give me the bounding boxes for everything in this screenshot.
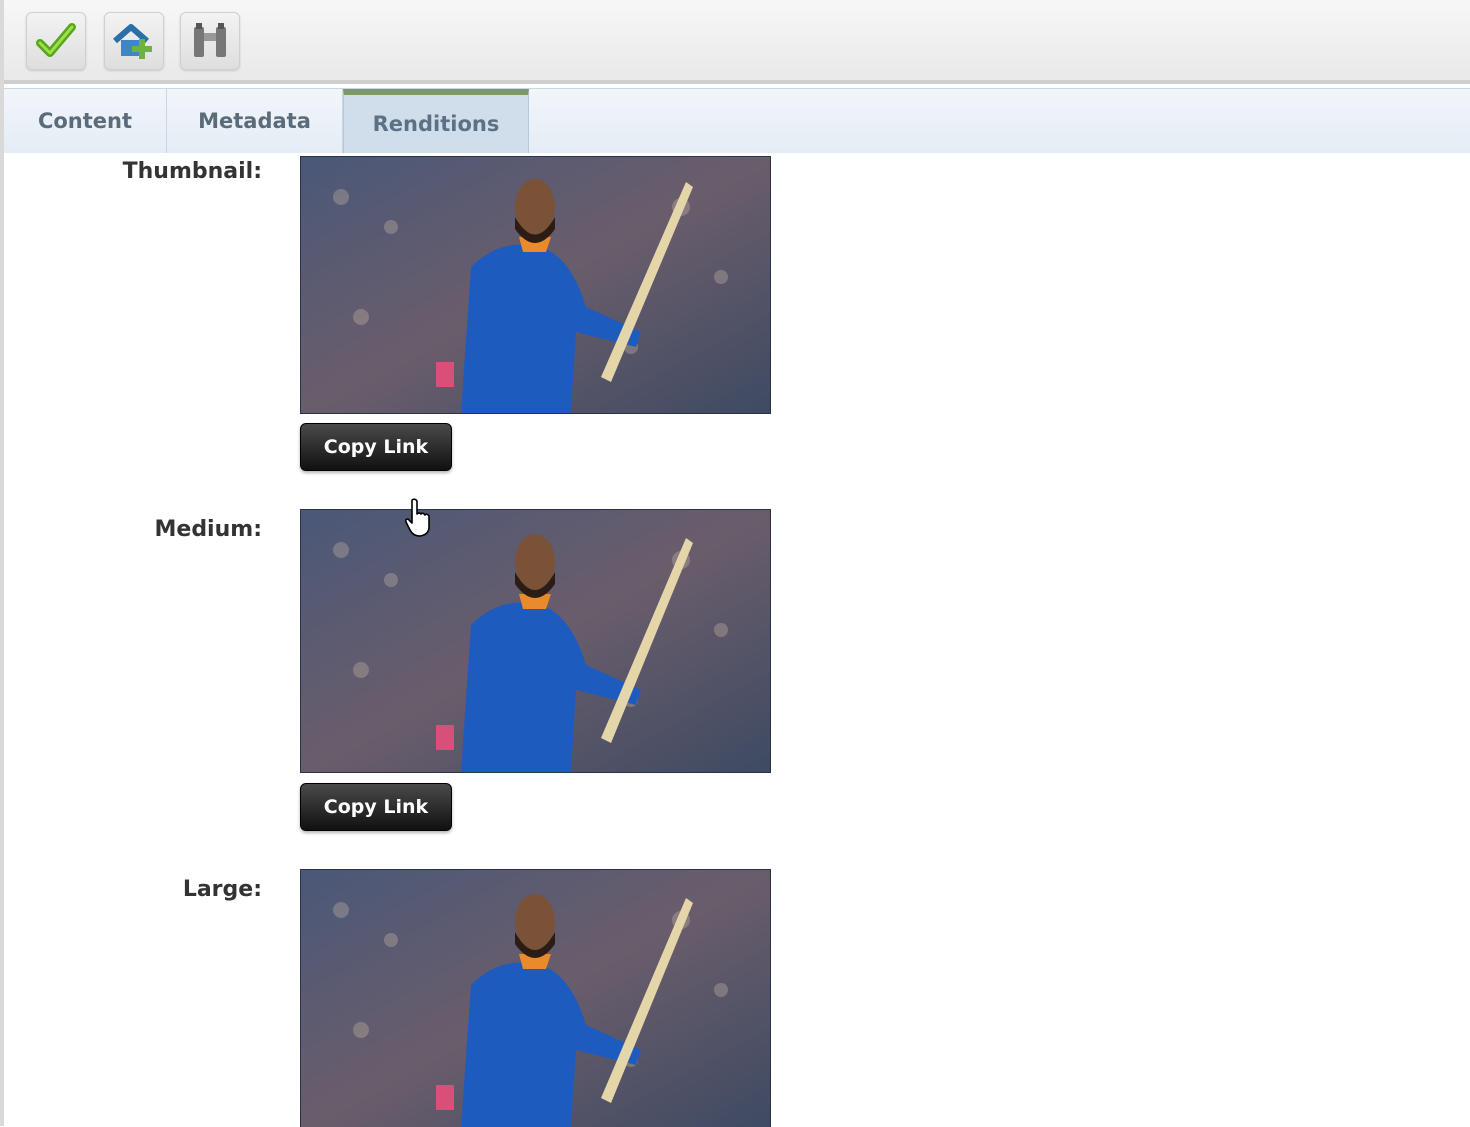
rendition-label-large: Large: [182, 877, 262, 902]
hand-cursor-icon [404, 498, 430, 537]
rendition-label-medium: Medium: [154, 517, 263, 542]
checkmark-icon [36, 23, 76, 57]
tab-renditions[interactable]: Renditions [343, 89, 529, 153]
toolbar [4, 0, 1470, 84]
rendition-label-thumbnail: Thumbnail: [122, 159, 262, 184]
binoculars-icon [194, 23, 226, 57]
home-add-icon [113, 24, 152, 59]
medium-image [300, 509, 771, 773]
copy-link-button-medium[interactable]: Copy Link [300, 783, 452, 831]
save-button[interactable] [26, 12, 86, 70]
tab-content[interactable]: Content [4, 89, 167, 153]
find-button[interactable] [180, 12, 240, 70]
add-home-button[interactable] [104, 12, 164, 70]
large-image [300, 869, 771, 1127]
copy-link-button-thumbnail[interactable]: Copy Link [300, 423, 452, 471]
renditions-panel: Thumbnail: Copy Link Medium: Copy Link L… [4, 153, 1470, 1127]
thumbnail-image [300, 156, 771, 414]
tab-bar: Content Metadata Renditions [4, 88, 1470, 154]
tab-metadata[interactable]: Metadata [167, 89, 343, 153]
